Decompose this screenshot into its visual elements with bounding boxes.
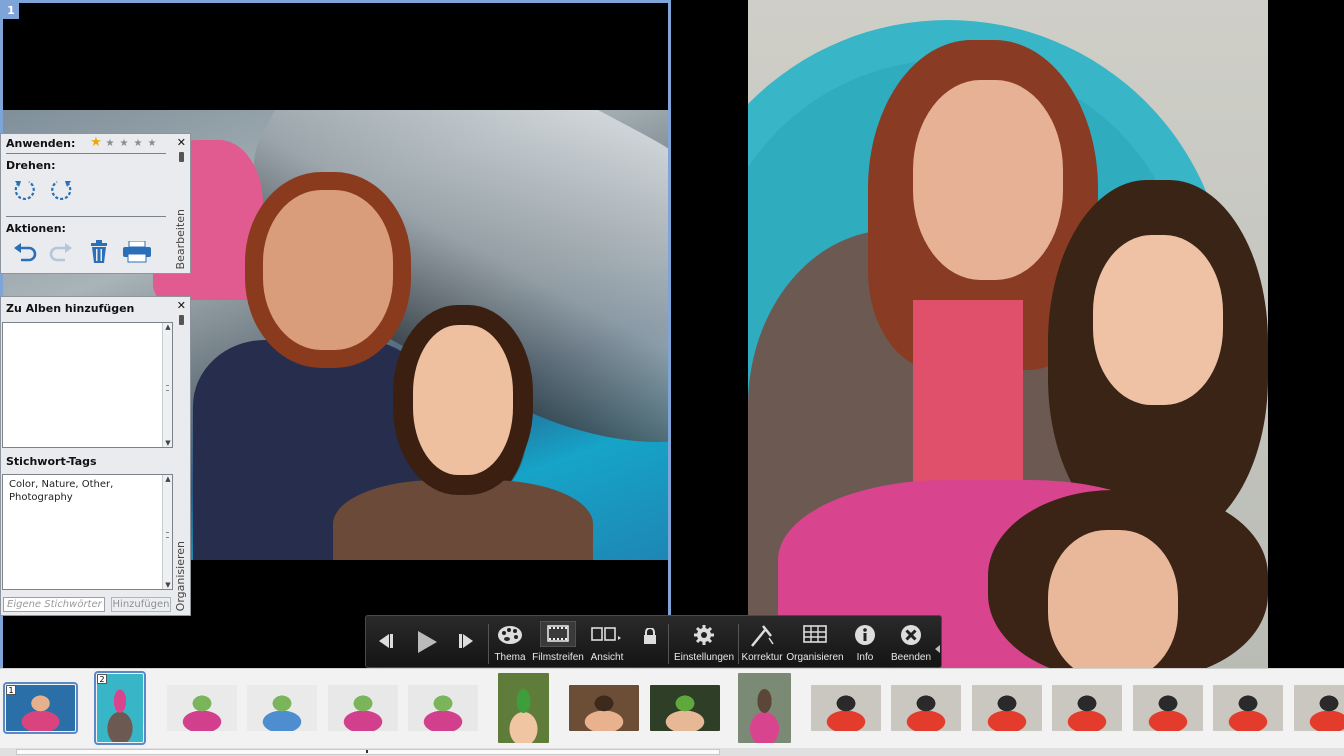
filmstrip-thumbnail[interactable]: 2: [94, 671, 146, 745]
filmstrip-scrollbar[interactable]: [0, 748, 1344, 756]
photo-family-portrait: [748, 0, 1268, 668]
info-button[interactable]: Info: [847, 616, 883, 669]
child-face: [1048, 530, 1178, 668]
close-icon[interactable]: ✕: [177, 136, 186, 149]
filmstrip-thumbnail[interactable]: [1052, 685, 1122, 731]
redo-icon[interactable]: [49, 240, 75, 264]
grid-icon: [803, 624, 827, 648]
add-tags-button[interactable]: Hinzufügen: [111, 597, 171, 612]
organize-button[interactable]: Organisieren: [785, 616, 845, 669]
filmstrip-thumbnail[interactable]: [328, 685, 398, 731]
view-button[interactable]: Ansicht: [586, 616, 628, 669]
lock-button[interactable]: [638, 616, 662, 669]
star-1-icon[interactable]: ★: [89, 135, 103, 150]
filmstrip-thumbnail[interactable]: [1133, 685, 1203, 731]
scrollbar-thumb[interactable]: [16, 749, 720, 755]
toolbar-divider: [488, 624, 489, 664]
pin-icon[interactable]: [179, 315, 184, 325]
filmstrip-thumbnail[interactable]: [972, 685, 1042, 731]
filmstrip-thumbnail[interactable]: [811, 685, 881, 731]
tags-scrollbar[interactable]: ▲ ▼: [162, 475, 172, 589]
filmstrip: 12: [0, 668, 1344, 748]
theme-button[interactable]: Thema: [491, 616, 529, 669]
gear-icon: [693, 624, 715, 650]
rotate-label: Drehen:: [6, 159, 56, 172]
tags-value: Color, Nature, Other, Photography: [9, 479, 114, 503]
filmstrip-thumbnail[interactable]: [247, 685, 317, 731]
lock-icon: [643, 627, 657, 648]
info-icon: [854, 624, 876, 650]
filmstrip-icon: [539, 620, 577, 651]
custom-tags-input[interactable]: [3, 597, 105, 612]
star-5-icon[interactable]: ★: [145, 138, 159, 149]
rating-stars: ★ ★ ★ ★ ★: [89, 135, 159, 150]
edit-panel: ✕ Anwenden: ★ ★ ★ ★ ★ Drehen: Aktionen: Bear…: [0, 133, 191, 274]
close-icon[interactable]: ✕: [177, 299, 186, 312]
scrollbar-marker: [366, 750, 368, 753]
slideshow-stage: 1: [0, 0, 1344, 668]
toolbar-divider: [668, 624, 669, 664]
previous-icon: [375, 633, 395, 653]
tags-list[interactable]: Color, Nature, Other, Photography ▲ ▼: [2, 474, 173, 590]
pink-shirt: [913, 300, 1023, 500]
thumbnail-pane-badge: 1: [6, 685, 16, 695]
filmstrip-thumbnail[interactable]: [498, 673, 549, 743]
undo-icon[interactable]: [11, 240, 37, 264]
next-icon: [457, 633, 477, 653]
filmstrip-button[interactable]: Filmstreifen: [530, 616, 586, 669]
exit-button[interactable]: Beenden: [887, 616, 935, 669]
star-3-icon[interactable]: ★: [117, 138, 131, 149]
actions-label: Aktionen:: [6, 222, 66, 235]
girl-face: [413, 325, 513, 475]
divider: [6, 216, 166, 217]
correction-button[interactable]: Korrektur: [739, 616, 785, 669]
divider: [6, 153, 166, 154]
filmstrip-thumbnail[interactable]: [408, 685, 478, 731]
trash-icon[interactable]: [88, 240, 110, 264]
filmstrip-thumbnail[interactable]: [1294, 685, 1344, 731]
rotate-left-icon[interactable]: [11, 177, 37, 203]
filmstrip-thumbnail[interactable]: [569, 685, 639, 731]
albums-list[interactable]: ▲ ▼: [2, 322, 173, 448]
albums-label: Zu Alben hinzufügen: [6, 302, 135, 315]
wand-icon: [749, 624, 775, 652]
filmstrip-thumbnail[interactable]: 1: [3, 682, 78, 734]
settings-button[interactable]: Einstellungen: [671, 616, 737, 669]
organize-tab[interactable]: Organisieren: [174, 541, 190, 611]
play-icon: [415, 630, 439, 658]
star-4-icon[interactable]: ★: [131, 138, 145, 149]
pin-icon[interactable]: [179, 152, 184, 162]
view-layout-icon: [591, 624, 623, 648]
filmstrip-thumbnail[interactable]: [738, 673, 791, 743]
rotate-right-icon[interactable]: [49, 177, 75, 203]
toolbar-expand-icon[interactable]: [935, 638, 940, 657]
woman-face: [263, 190, 393, 350]
woman-face: [913, 80, 1063, 280]
apply-label: Anwenden:: [6, 137, 76, 150]
thumbnail-pane-badge: 2: [97, 674, 107, 684]
previous-button[interactable]: [370, 616, 400, 669]
pane-number-badge: 1: [3, 3, 19, 19]
albums-scrollbar[interactable]: ▲ ▼: [162, 323, 172, 447]
star-2-icon[interactable]: ★: [103, 138, 117, 149]
girl-face: [1093, 235, 1223, 405]
tags-label: Stichwort-Tags: [6, 455, 97, 468]
organize-panel: ✕ Zu Alben hinzufügen ▲ ▼ Stichwort-Tags …: [0, 296, 191, 616]
filmstrip-thumbnail[interactable]: [167, 685, 237, 731]
close-circle-icon: [900, 624, 922, 650]
filmstrip-thumbnail[interactable]: [891, 685, 961, 731]
next-button[interactable]: [452, 616, 482, 669]
palette-icon: [497, 624, 523, 650]
play-button[interactable]: [410, 616, 444, 669]
slideshow-toolbar: Thema Filmstreifen Ansicht Einstellungen…: [365, 615, 942, 668]
filmstrip-thumbnail[interactable]: [1213, 685, 1283, 731]
print-icon[interactable]: [122, 241, 152, 263]
edit-tab[interactable]: Bearbeiten: [174, 209, 190, 269]
filmstrip-thumbnail[interactable]: [650, 685, 720, 731]
brown-coat: [333, 480, 593, 560]
